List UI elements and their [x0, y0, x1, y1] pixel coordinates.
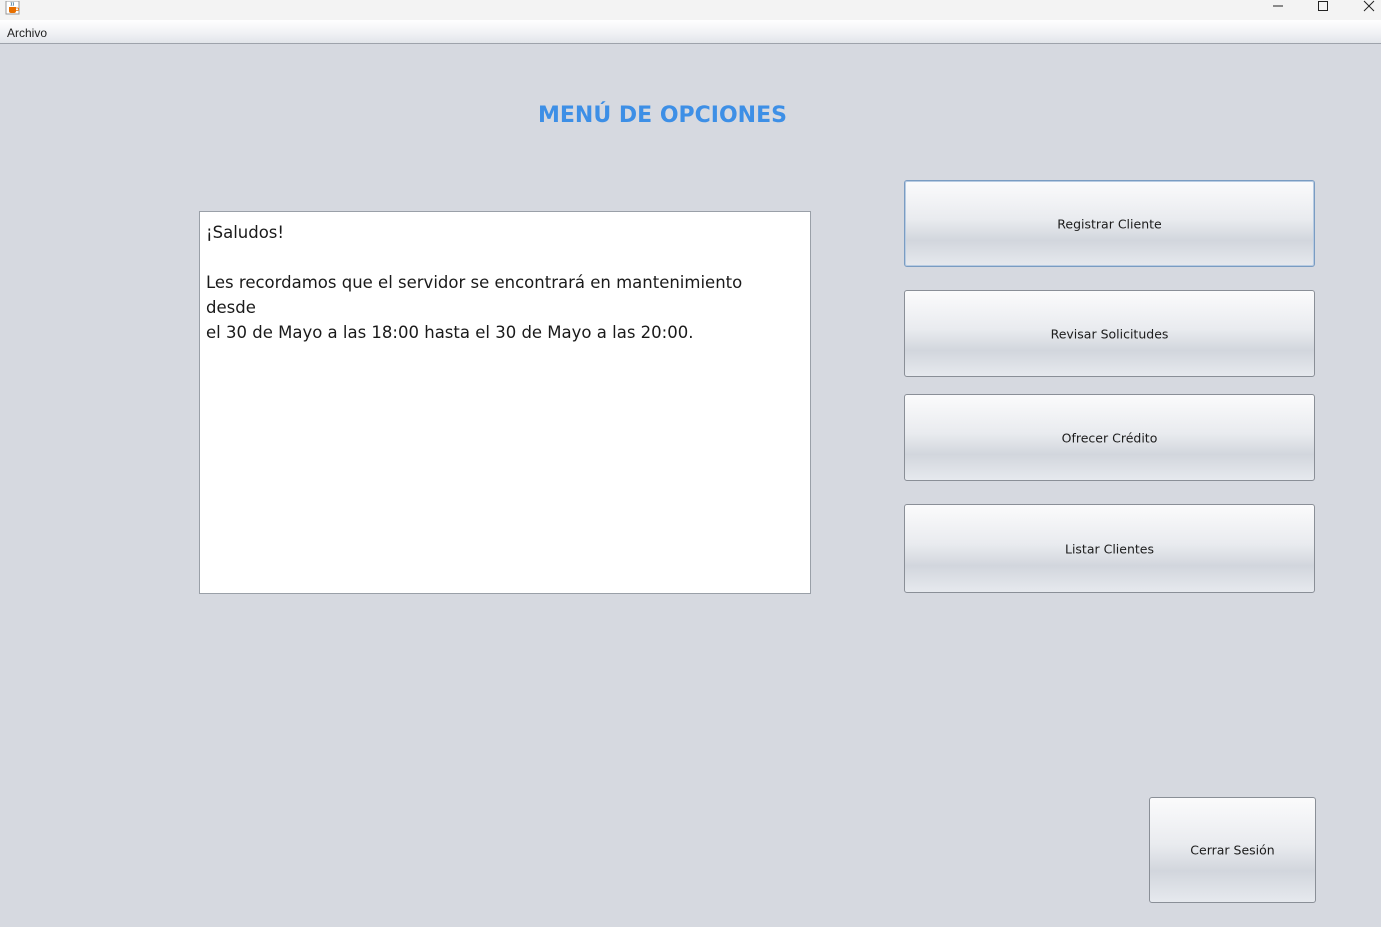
listar-clientes-label: Listar Clientes: [1064, 541, 1154, 556]
registrar-cliente-label: Registrar Cliente: [1057, 216, 1162, 231]
maximize-button[interactable]: [1303, 0, 1343, 14]
page-title: MENÚ DE OPCIONES: [538, 103, 787, 128]
message-greeting: ¡Saludos!: [206, 223, 285, 242]
maximize-icon: [1318, 1, 1328, 11]
listar-clientes-button[interactable]: Listar Clientes: [904, 504, 1315, 593]
message-body-line-1: Les recordamos que el servidor se encont…: [206, 273, 743, 317]
ofrecer-credito-label: Ofrecer Crédito: [1061, 430, 1158, 445]
ofrecer-credito-button[interactable]: Ofrecer Crédito: [904, 394, 1315, 481]
menu-bar: Archivo: [0, 20, 1381, 44]
registrar-cliente-button[interactable]: Registrar Cliente: [904, 180, 1315, 267]
menu-archivo[interactable]: Archivo: [1, 22, 53, 41]
message-text-area[interactable]: ¡Saludos! Les recordamos que el servidor …: [199, 211, 811, 594]
message-content: ¡Saludos! Les recordamos que el servidor …: [206, 220, 796, 345]
revisar-solicitudes-label: Revisar Solicitudes: [1050, 326, 1169, 341]
close-button[interactable]: [1349, 0, 1381, 14]
cerrar-sesion-label: Cerrar Sesión: [1190, 842, 1275, 858]
minimize-icon: [1273, 5, 1283, 7]
minimize-button[interactable]: [1258, 0, 1298, 14]
message-body-line-2: el 30 de Mayo a las 18:00 hasta el 30 de…: [206, 323, 694, 342]
app-window: Archivo MENÚ DE OPCIONES ¡Saludos! Les re…: [0, 0, 1381, 927]
java-cup-icon: [5, 0, 21, 15]
title-bar: [0, 0, 1381, 20]
revisar-solicitudes-button[interactable]: Revisar Solicitudes: [904, 290, 1315, 377]
cerrar-sesion-button[interactable]: Cerrar Sesión: [1149, 797, 1316, 903]
close-icon: [1363, 0, 1375, 12]
